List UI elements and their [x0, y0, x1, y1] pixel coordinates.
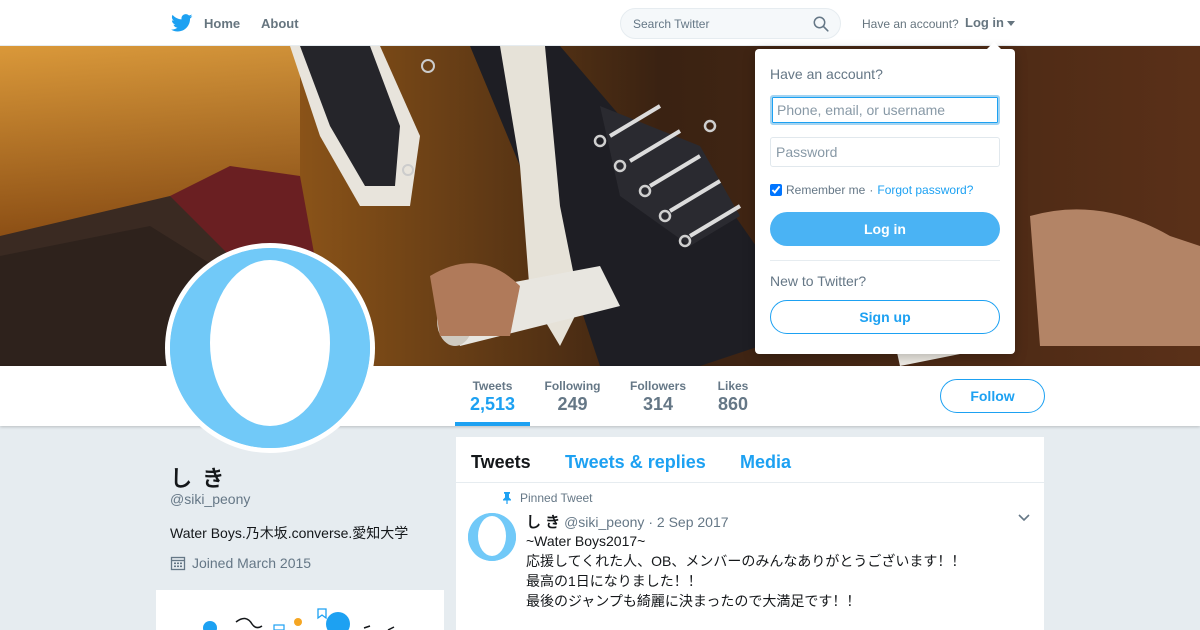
dropdown-divider [770, 260, 1000, 261]
joined-date-text: Joined March 2015 [192, 555, 312, 571]
profile-bio: Water Boys.乃木坂.converse.愛知大学 [170, 525, 409, 541]
stat-tweets[interactable]: Tweets 2,513 [455, 366, 530, 426]
tab-media[interactable]: Media [740, 452, 791, 473]
tweet-line: 最後のジャンプも綺麗に決まったので大満足です！！ [526, 593, 861, 609]
remember-separator: · [869, 183, 874, 197]
twitter-bird-icon [171, 14, 193, 32]
nav-home-label: Home [204, 15, 241, 31]
forgot-password-link[interactable]: Forgot password? [877, 183, 973, 197]
tweet-line: ~Water Boys2017~ [526, 533, 646, 549]
nav-home-link[interactable]: Home [171, 14, 240, 32]
tweet-separator: · [648, 514, 653, 530]
dropdown-title: Have an account? [770, 66, 883, 82]
tweet-line: 最高の1日になりました！！ [526, 573, 702, 589]
pinned-label: Pinned Tweet [520, 491, 593, 505]
tweet-line: 応援してくれた人、OB、メンバーのみんなありがとうございます！！ [526, 553, 966, 569]
profile-display-name: し き [170, 466, 227, 491]
stat-value: 860 [717, 394, 749, 414]
nav-about-link[interactable]: About [261, 16, 299, 31]
stat-label: Followers [629, 379, 686, 393]
stat-value: 314 [642, 394, 674, 414]
pin-icon [503, 492, 511, 504]
username-field[interactable] [770, 95, 1000, 125]
tab-tweets[interactable]: Tweets [471, 452, 531, 473]
photos-videos-card[interactable] [156, 590, 444, 630]
login-button[interactable]: Log in [770, 212, 1000, 246]
media-preview-doodle [203, 608, 395, 630]
stat-label: Likes [717, 379, 749, 393]
tweet-author-handle[interactable]: @siki_peony [564, 514, 644, 530]
have-account-text: Have an account? [862, 17, 959, 31]
search-box[interactable] [620, 8, 841, 39]
timeline: Tweets Tweets & replies Media Pinned Twe… [456, 437, 1044, 630]
pinned-tweet[interactable]: Pinned Tweet し き @siki_peony · 2 Sep 201… [456, 483, 1044, 630]
tweet-date[interactable]: 2 Sep 2017 [657, 514, 729, 530]
profile-avatar[interactable] [165, 243, 375, 453]
login-dropdown-toggle[interactable]: Log in [965, 15, 1015, 30]
chevron-down-icon[interactable] [1018, 514, 1030, 522]
search-input[interactable] [621, 9, 801, 38]
calendar-icon [170, 556, 186, 571]
remember-me-label[interactable]: Remember me [786, 183, 865, 197]
stat-label: Following [544, 379, 601, 393]
login-dropdown: Have an account? Remember me · Forgot pa… [755, 42, 1015, 354]
stat-value: 2,513 [469, 394, 516, 414]
top-navigation: Home About Have an account? Log in [0, 0, 1200, 46]
avatar-egg-shape [468, 513, 516, 561]
stat-label: Tweets [472, 379, 513, 393]
profile-handle[interactable]: @siki_peony [170, 491, 250, 507]
timeline-tabs: Tweets Tweets & replies Media [456, 437, 1044, 483]
tweet-text: ~Water Boys2017~ 応援してくれた人、OB、メンバーのみんなありが… [526, 531, 965, 611]
stat-followers[interactable]: Followers 314 [626, 366, 690, 426]
pinned-tweet-context: Pinned Tweet [502, 491, 593, 505]
profile-joined: Joined March 2015 [170, 555, 311, 571]
remember-row: Remember me · Forgot password? [770, 183, 973, 197]
password-field[interactable] [770, 137, 1000, 167]
search-icon[interactable] [813, 16, 829, 32]
tweet-author-name[interactable]: し き [526, 514, 560, 531]
stat-likes[interactable]: Likes 860 [712, 366, 754, 426]
tweet-avatar[interactable] [468, 513, 516, 561]
avatar-egg-shape [170, 248, 370, 448]
avatar-image [170, 248, 370, 448]
tab-tweets-replies[interactable]: Tweets & replies [565, 452, 706, 473]
caret-down-icon [1007, 20, 1015, 26]
tweet-header: し き @siki_peony · 2 Sep 2017 [526, 511, 729, 532]
follow-button[interactable]: Follow [940, 379, 1045, 413]
signup-button[interactable]: Sign up [770, 300, 1000, 334]
login-link-label: Log in [965, 15, 1004, 30]
new-to-twitter-text: New to Twitter? [770, 273, 867, 289]
remember-me-checkbox[interactable] [770, 184, 782, 196]
stat-value: 249 [557, 394, 588, 414]
stat-following[interactable]: Following 249 [541, 366, 604, 426]
